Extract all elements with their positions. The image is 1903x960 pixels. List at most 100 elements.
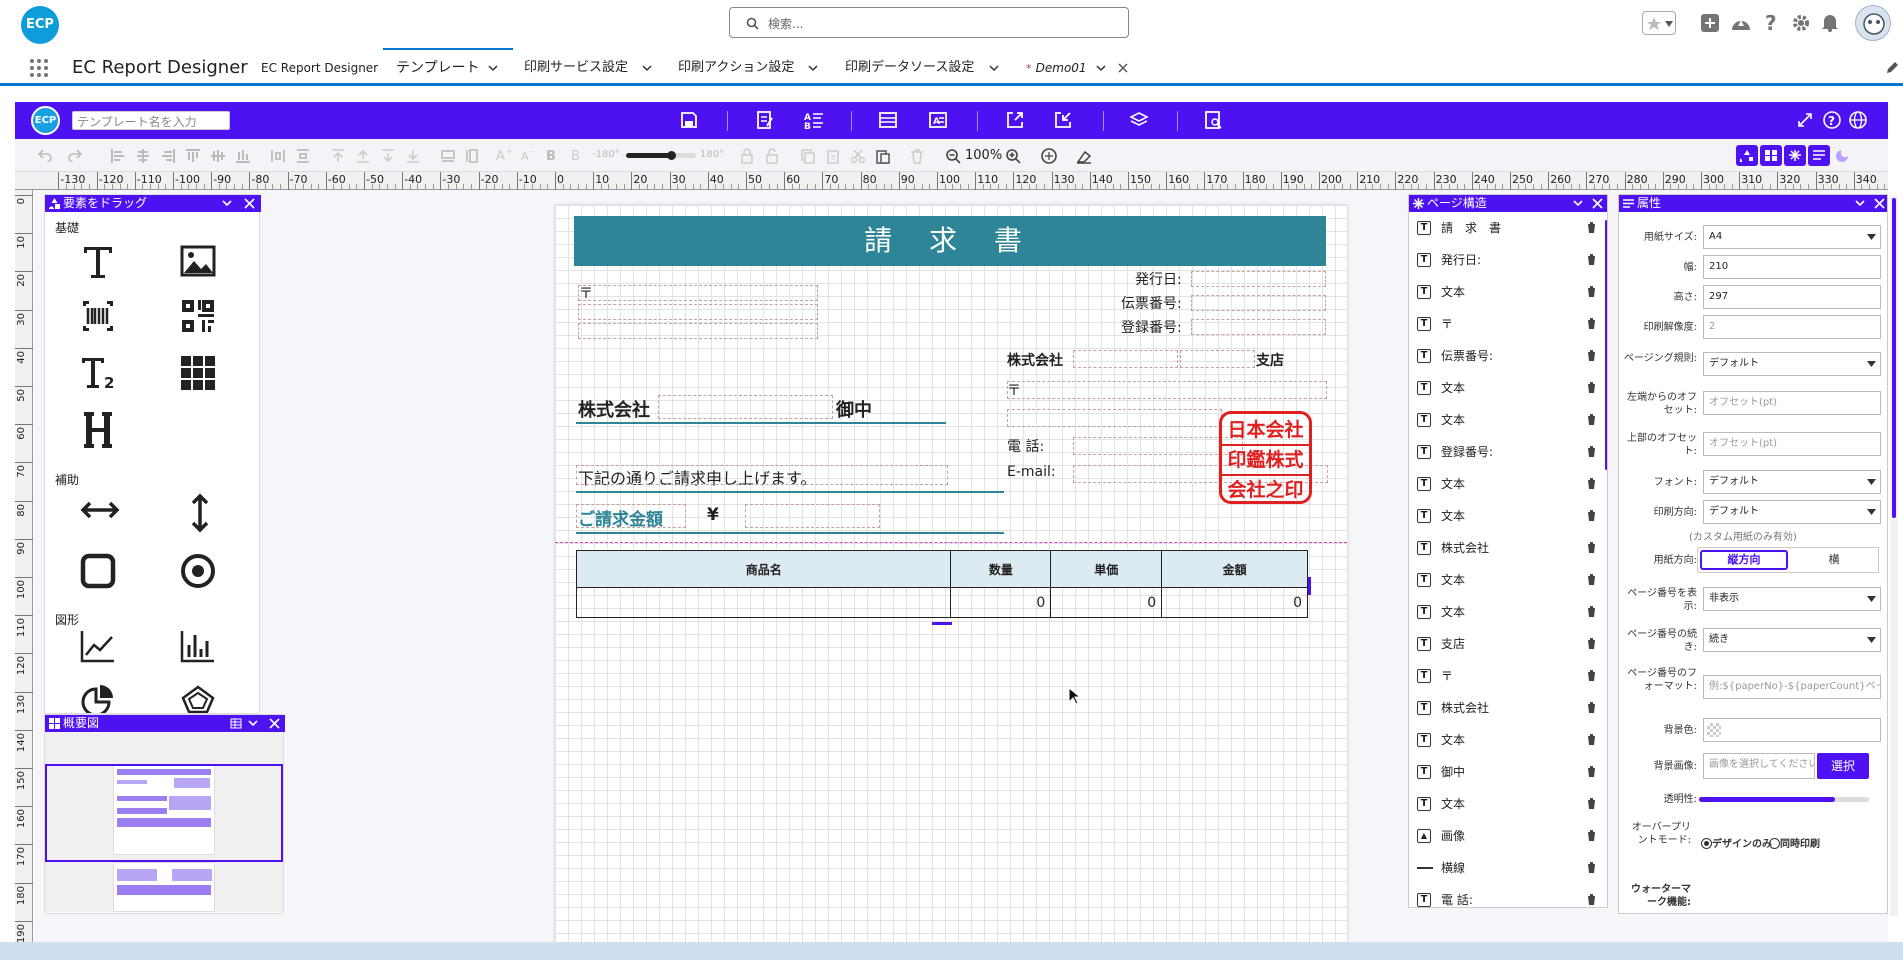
amount-value-field[interactable] [745,504,880,528]
user-avatar[interactable] [1855,5,1891,41]
distribute-horizontal-icon[interactable] [270,148,286,164]
customer-name-field[interactable] [658,395,833,419]
cell-amount[interactable]: 0 [1161,587,1308,618]
chevron-down-icon[interactable] [488,64,498,72]
tab-print-datasource-settings[interactable]: 印刷データソース設定 [845,50,1005,86]
yen-symbol[interactable]: ¥ [707,505,719,525]
zoom-out-icon[interactable] [945,148,961,164]
report-page[interactable]: 請 求 書 〒 発行日: 伝票番号: 登録番号: 株式会社 支店 〒 電 話: … [555,205,1347,942]
overview-settings-icon[interactable] [230,718,242,729]
font-select[interactable]: デフォルト [1703,470,1881,494]
move-up-icon[interactable] [355,148,371,164]
issue-date-field[interactable] [1191,271,1326,287]
page-number-show-select[interactable]: 非表示 [1703,587,1881,611]
rectangle-element-icon[interactable] [80,553,116,589]
save-icon[interactable] [679,110,699,130]
trash-icon[interactable] [1587,798,1596,809]
edit-template-icon[interactable] [755,110,775,130]
trash-icon[interactable] [1587,510,1596,521]
structure-tree-item[interactable]: T 文本 [1409,788,1607,820]
copy-icon[interactable] [800,148,816,164]
properties-scrollbar[interactable] [1890,196,1898,916]
layers-icon[interactable] [1129,110,1149,130]
redo-icon[interactable] [67,148,83,162]
oval-element-icon[interactable] [180,553,216,589]
horizontal-line-element-icon[interactable] [80,495,120,525]
structure-tree-item[interactable]: T 発行日: [1409,244,1607,276]
slip-number-field[interactable] [1191,295,1326,311]
top-offset-input[interactable]: オフセット(pt) [1703,432,1881,456]
structure-tree-item[interactable]: ▲ 画像 [1409,820,1607,852]
barcode-element-icon[interactable] [80,298,116,334]
background-color-picker[interactable] [1703,718,1881,742]
cut-icon[interactable] [850,148,866,164]
zoom-in-icon[interactable] [1005,148,1021,164]
trash-icon[interactable] [1587,222,1596,233]
elements-panel-header[interactable]: 要素をドラッグ [45,195,261,212]
font-smaller-icon[interactable]: A- [520,147,538,163]
long-text-element-icon[interactable]: 2 [80,355,120,391]
table-resize-handle-bottom[interactable] [932,622,952,625]
slip-number-label[interactable]: 伝票番号: [1121,293,1182,313]
trash-icon[interactable] [1587,254,1596,265]
paper-size-select[interactable]: A4 [1703,225,1881,249]
trash-icon[interactable] [1587,318,1596,329]
app-launcher-icon[interactable] [29,58,49,78]
sender-company-field[interactable] [1073,350,1178,368]
overprint-sync-radio[interactable]: 同時印刷 [1769,835,1820,850]
page-number-continue-select[interactable]: 続き [1703,628,1881,652]
cell-quantity[interactable]: 0 [950,587,1052,618]
email-label[interactable]: E-mail: [1007,464,1056,480]
structure-tree-item[interactable]: T 文本 [1409,276,1607,308]
edit-nav-pencil-icon[interactable] [1885,61,1899,75]
close-icon[interactable] [1874,198,1885,209]
align-center-icon[interactable] [135,148,151,164]
cell-item-name[interactable] [575,587,952,618]
global-search-input[interactable]: 検索... [729,7,1129,38]
import-icon[interactable] [1053,110,1073,130]
structure-tree-item[interactable]: T 文本 [1409,404,1607,436]
cell-unit-price[interactable]: 0 [1050,587,1163,618]
close-icon[interactable] [1592,198,1603,209]
help-circle-icon[interactable]: ? [1822,110,1842,130]
trash-icon[interactable] [1587,830,1596,841]
align-middle-icon[interactable] [210,148,226,164]
fullscreen-icon[interactable] [1797,112,1813,128]
same-width-icon[interactable] [440,148,456,164]
structure-tree-item[interactable]: T 伝票番号: [1409,340,1607,372]
branch-label[interactable]: 支店 [1256,350,1284,370]
orientation-portrait-button[interactable]: 縦方向 [1700,550,1788,570]
move-down-icon[interactable] [380,148,396,164]
field-list-icon[interactable]: AB [804,110,824,130]
structure-tree-item[interactable]: T 電 話: [1409,884,1607,907]
col-header-quantity[interactable]: 数量 [950,550,1052,588]
align-right-icon[interactable] [160,148,176,164]
structure-tree-item[interactable]: T 文本 [1409,372,1607,404]
bar-chart-element-icon[interactable] [180,629,216,663]
company-seal-stamp[interactable]: 日本会社 印鑑株式 会社之印 [1219,411,1312,504]
pie-chart-element-icon[interactable] [80,685,116,713]
close-icon[interactable] [244,198,255,209]
qrcode-element-icon[interactable] [180,298,216,334]
paste-format-icon[interactable] [825,148,841,164]
bold-icon[interactable]: B [545,147,559,163]
message-box[interactable] [576,465,948,485]
structure-tree-item[interactable]: T 文本 [1409,564,1607,596]
table-layout-icon[interactable] [878,110,898,130]
trash-icon[interactable] [1587,574,1596,585]
sender-branch-field[interactable] [1180,350,1255,368]
chevron-down-icon[interactable] [989,64,999,72]
registration-number-label[interactable]: 登録番号: [1121,317,1182,337]
structure-tree-item[interactable]: T 文本 [1409,500,1607,532]
toggle-theme-icon[interactable] [1834,148,1850,164]
overview-minimap[interactable] [45,732,283,912]
close-icon[interactable] [269,718,280,729]
trash-icon[interactable] [1587,670,1596,681]
template-name-input[interactable]: テンプレート名を入力 [72,111,230,130]
orientation-landscape-button[interactable]: 横 [1790,550,1878,570]
delete-icon[interactable] [910,148,924,164]
structure-tree-item[interactable]: T 御中 [1409,756,1607,788]
minimap-viewport[interactable] [45,764,283,862]
structure-tree-item[interactable]: T 株式会社 [1409,532,1607,564]
left-offset-input[interactable]: オフセット(pt) [1703,391,1881,415]
